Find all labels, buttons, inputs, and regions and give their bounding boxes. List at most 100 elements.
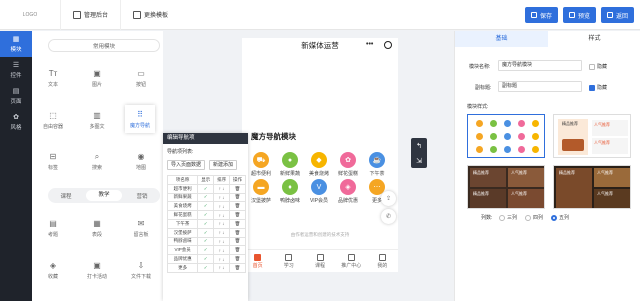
comp-free-container[interactable]: ⬚ 自由容器	[38, 106, 68, 134]
target-icon[interactable]	[384, 41, 392, 49]
undo-icon[interactable]: ↰	[416, 142, 422, 150]
tab-basic[interactable]: 基础	[455, 31, 548, 47]
comp-checkin[interactable]: ▣ 打卡活动	[82, 256, 112, 284]
move-down-icon[interactable]: ⇲	[416, 157, 422, 165]
comp-file-download[interactable]: ⇩ 文件下载	[126, 256, 156, 284]
sort-arrows-icon[interactable]: ↑ ↓	[213, 210, 231, 220]
comp-map[interactable]: ◉ 地图	[126, 147, 156, 175]
sort-arrows-icon[interactable]: ↑ ↓	[213, 236, 231, 247]
delete-icon[interactable]: 🗑	[229, 227, 246, 238]
nav-item[interactable]: ◆ 美食烧烤	[306, 152, 332, 177]
check-icon[interactable]: ✓	[197, 210, 215, 220]
delete-icon[interactable]: 🗑	[229, 218, 246, 229]
style-option-photo-grid[interactable]: 精品推荐 人气推荐 精品推荐 人气推荐	[467, 165, 545, 209]
comp-multi-image-text[interactable]: ▥ 多图文	[82, 106, 112, 134]
card-title: 精品推荐	[562, 121, 578, 126]
import-page-data-button[interactable]: 导入页面数据	[167, 160, 206, 170]
check-icon[interactable]: ✓	[197, 218, 215, 229]
comp-exam[interactable]: ▤ 考题	[38, 214, 68, 242]
rail-item-controls[interactable]: ☰ 控件	[0, 57, 32, 83]
comp-text[interactable]: Tт 文本	[38, 64, 68, 92]
comp-form[interactable]: ▦ 表段	[82, 214, 112, 242]
subtitle-hide-checkbox[interactable]: 隐藏	[589, 84, 607, 91]
sort-arrows-icon[interactable]: ↑ ↓	[213, 227, 231, 238]
style-option-photo-mosaic[interactable]: 精品推荐 人气推荐 人气推荐	[553, 165, 631, 209]
delete-icon[interactable]: 🗑	[229, 236, 246, 247]
comp-cube-nav[interactable]: ⠿ 魔方导航	[125, 105, 155, 133]
sort-arrows-icon[interactable]: ↑ ↓	[213, 254, 231, 264]
cols-five-radio[interactable]: 五列	[551, 214, 569, 221]
tab-courses[interactable]: 课程	[48, 192, 84, 200]
grid-dots-icon: ⠿	[137, 109, 143, 119]
check-icon[interactable]: ✓	[197, 183, 215, 194]
nav-item[interactable]: ● 新鲜果蔬	[277, 152, 303, 177]
check-icon[interactable]: ✓	[197, 254, 215, 264]
preview-button[interactable]: 预览	[562, 7, 596, 23]
radio-label: 四列	[533, 215, 544, 221]
tab-course[interactable]: 课程	[304, 250, 335, 273]
delete-icon[interactable]: 🗑	[229, 201, 246, 212]
module-name-input[interactable]: 魔方导航模块	[498, 60, 582, 71]
nav-change-template[interactable]: 更换模板	[120, 0, 180, 30]
comp-message-board[interactable]: ✉ 留言板	[126, 214, 156, 242]
nav-item[interactable]: ♦ 鸭脖卤味	[277, 179, 303, 204]
sort-arrows-icon[interactable]: ↑ ↓	[213, 245, 231, 256]
rail-item-modules[interactable]: ▦ 模块	[0, 31, 32, 57]
nav-item[interactable]: ✿ 鲜花蛋糕	[335, 152, 361, 177]
delete-icon[interactable]: 🗑	[229, 183, 246, 194]
nav-item[interactable]: ◈ 品牌优惠	[335, 179, 361, 204]
delete-icon[interactable]: 🗑	[229, 262, 246, 273]
check-icon[interactable]: ✓	[197, 201, 215, 212]
delete-icon[interactable]: 🗑	[229, 245, 246, 256]
rail-item-style[interactable]: ✿ 风格	[0, 109, 32, 135]
tab-study[interactable]: 学习	[273, 250, 304, 273]
style-option-icon-grid[interactable]	[467, 114, 545, 158]
cols-four-radio[interactable]: 四列	[525, 214, 543, 221]
card-label: 精品推荐	[473, 191, 489, 196]
nav-admin[interactable]: 管理后台	[60, 0, 120, 30]
check-icon[interactable]: ✓	[197, 227, 215, 238]
hide-label: 隐藏	[597, 64, 608, 70]
layer-tools: ↰ ⇲	[411, 138, 427, 168]
cols-three-radio[interactable]: 三列	[499, 214, 517, 221]
tab-marketing[interactable]: 营销	[124, 192, 160, 200]
table-row: VIP会员 ✓ ↑ ↓ 🗑	[166, 245, 246, 256]
nav-item[interactable]: ▬ 汉堡披萨	[248, 179, 274, 204]
sort-arrows-icon[interactable]: ↑ ↓	[213, 218, 231, 229]
comp-search[interactable]: ⌕ 搜索	[82, 147, 112, 175]
comp-image[interactable]: ▣ 图片	[82, 64, 112, 92]
comp-favorite[interactable]: ◈ 收藏	[38, 256, 68, 284]
rail-item-page[interactable]: ▤ 页面	[0, 83, 32, 109]
sort-arrows-icon[interactable]: ↑ ↓	[213, 201, 231, 212]
share-icon[interactable]: ⇪	[381, 191, 396, 206]
more-dots-icon[interactable]: •••	[366, 41, 373, 48]
check-icon[interactable]: ✓	[197, 192, 215, 203]
comp-label: 考题	[47, 231, 58, 238]
delete-icon[interactable]: 🗑	[229, 254, 246, 264]
delete-icon[interactable]: 🗑	[229, 210, 246, 220]
hide-checkbox[interactable]: 隐藏	[589, 63, 607, 70]
back-button[interactable]: 返回	[600, 7, 634, 23]
check-icon[interactable]: ✓	[197, 262, 215, 273]
table-header: 项名称 显示 排序 操作	[166, 175, 246, 185]
comp-button[interactable]: ▭ 按钮	[126, 64, 156, 92]
nav-item[interactable]: ⛟ 超市便利	[248, 152, 274, 177]
phone-icon[interactable]: ✆	[381, 209, 396, 224]
tab-promotion[interactable]: 推广中心	[336, 250, 367, 273]
sort-arrows-icon[interactable]: ↑ ↓	[213, 262, 231, 273]
check-icon[interactable]: ✓	[197, 236, 215, 247]
save-button[interactable]: 保存	[524, 7, 558, 23]
subtitle-input[interactable]: 副标题	[498, 81, 582, 92]
sort-arrows-icon[interactable]: ↑ ↓	[213, 183, 231, 194]
tab-teaching[interactable]: 教学	[86, 190, 122, 201]
nav-item[interactable]: V VIP会员	[306, 179, 332, 204]
nav-item[interactable]: ☕ 下午茶	[364, 152, 390, 177]
tab-style[interactable]: 样式	[548, 31, 640, 47]
add-new-button[interactable]: 新建添加	[209, 160, 238, 170]
check-icon[interactable]: ✓	[197, 245, 215, 256]
sort-arrows-icon[interactable]: ↑ ↓	[213, 192, 231, 203]
style-option-banner-list[interactable]: 精品推荐 人气推荐 人气推荐	[553, 114, 631, 158]
delete-icon[interactable]: 🗑	[229, 192, 246, 203]
tab-mine[interactable]: 我的	[367, 250, 398, 273]
comp-tag[interactable]: ⊟ 标签	[38, 147, 68, 175]
